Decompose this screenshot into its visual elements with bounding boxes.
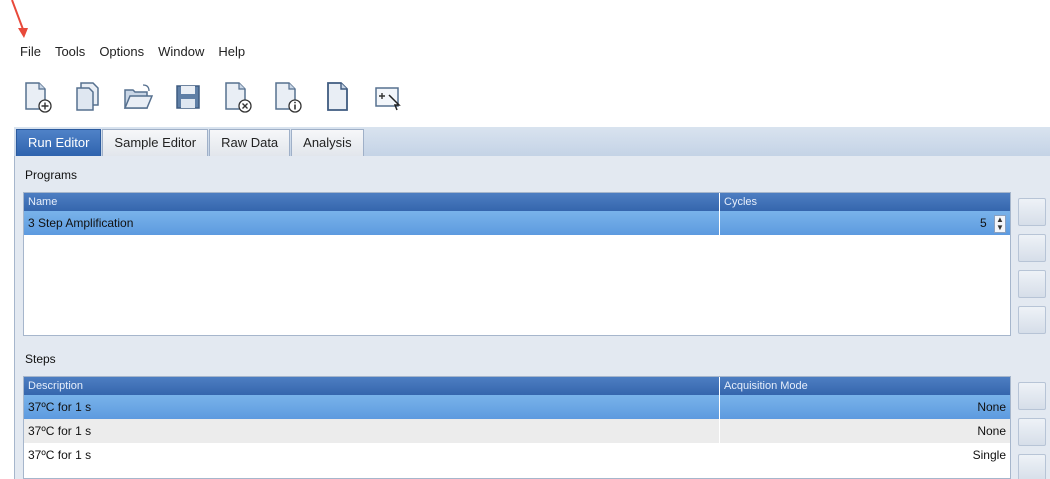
step-description-cell[interactable]: 37ºC for 1 s xyxy=(24,443,719,467)
steps-header: Description Acquisition Mode xyxy=(24,377,1010,395)
column-header-acquisition-mode[interactable]: Acquisition Mode xyxy=(719,377,1010,395)
steps-add-button[interactable] xyxy=(1018,382,1046,410)
steps-title: Steps xyxy=(25,352,56,366)
programs-add-button[interactable] xyxy=(1018,198,1046,226)
info-document-icon xyxy=(275,82,302,113)
steps-side-buttons xyxy=(1018,382,1046,479)
cycles-value[interactable]: 5 xyxy=(980,216,987,230)
app-window: File Tools Options Window Help Run Edito… xyxy=(0,0,1050,479)
column-header-cycles[interactable]: Cycles xyxy=(719,193,1010,211)
tab-raw-data[interactable]: Raw Data xyxy=(209,129,291,156)
tab-strip: Run Editor Sample Editor Raw Data Analys… xyxy=(14,127,1050,156)
step-description-cell[interactable]: 37ºC for 1 s xyxy=(24,419,719,443)
annotation-arrow-icon xyxy=(11,0,28,38)
table-row[interactable]: 37ºC for 1 s None xyxy=(24,419,1010,443)
programs-move-down-button[interactable] xyxy=(1018,306,1046,334)
menu-bar: File Tools Options Window Help xyxy=(20,42,252,62)
step-description-cell[interactable]: 37ºC for 1 s xyxy=(24,395,719,419)
blank-document-icon xyxy=(327,82,348,111)
toolbar xyxy=(20,78,420,116)
programs-remove-button[interactable] xyxy=(1018,234,1046,262)
programs-move-up-button[interactable] xyxy=(1018,270,1046,298)
program-name-cell[interactable]: 3 Step Amplification xyxy=(24,211,719,235)
close-document-icon xyxy=(225,82,252,113)
tab-sample-editor[interactable]: Sample Editor xyxy=(102,129,209,156)
menu-file[interactable]: File xyxy=(20,42,48,62)
table-row[interactable]: 3 Step Amplification 5 ▲ ▼ xyxy=(24,211,1010,235)
programs-side-buttons xyxy=(1018,198,1046,334)
menu-options[interactable]: Options xyxy=(92,42,151,62)
steps-remove-button[interactable] xyxy=(1018,418,1046,446)
duplicate-button[interactable] xyxy=(70,79,106,115)
table-row[interactable]: 37ºC for 1 s Single xyxy=(24,443,1010,467)
blank-document-button[interactable] xyxy=(320,79,356,115)
delete-button[interactable] xyxy=(220,79,256,115)
programs-grid: Name Cycles 3 Step Amplification 5 ▲ ▼ xyxy=(23,192,1011,336)
zoom-select-icon xyxy=(375,87,401,111)
acquisition-mode-cell[interactable]: None xyxy=(719,395,1010,419)
column-header-description[interactable]: Description xyxy=(24,377,719,395)
menu-help[interactable]: Help xyxy=(211,42,252,62)
copy-document-icon xyxy=(76,82,99,111)
programs-title: Programs xyxy=(25,168,78,182)
acquisition-mode-cell[interactable]: Single xyxy=(719,443,1010,467)
stepper-down-icon[interactable]: ▼ xyxy=(995,223,1005,232)
cycles-stepper[interactable]: ▲ ▼ xyxy=(994,214,1006,233)
zoom-select-button[interactable] xyxy=(370,79,406,115)
steps-grid: Description Acquisition Mode 37ºC for 1 … xyxy=(23,376,1011,479)
column-header-name[interactable]: Name xyxy=(24,193,719,211)
save-button[interactable] xyxy=(170,79,206,115)
open-button[interactable] xyxy=(120,79,156,115)
open-folder-icon xyxy=(123,84,153,109)
new-document-icon xyxy=(25,82,52,113)
table-row[interactable]: 37ºC for 1 s None xyxy=(24,395,1010,419)
menu-tools[interactable]: Tools xyxy=(48,42,92,62)
tab-run-editor[interactable]: Run Editor xyxy=(16,129,102,156)
tab-analysis[interactable]: Analysis xyxy=(291,129,364,156)
programs-header: Name Cycles xyxy=(24,193,1010,211)
acquisition-mode-cell[interactable]: None xyxy=(719,419,1010,443)
run-editor-panel: Programs Name Cycles 3 Step Amplificatio… xyxy=(14,156,1050,479)
menu-window[interactable]: Window xyxy=(151,42,211,62)
save-icon xyxy=(176,85,200,109)
cycles-cell[interactable]: 5 ▲ ▼ xyxy=(719,211,1010,235)
new-program-button[interactable] xyxy=(20,79,56,115)
steps-move-button[interactable] xyxy=(1018,454,1046,479)
properties-button[interactable] xyxy=(270,79,306,115)
